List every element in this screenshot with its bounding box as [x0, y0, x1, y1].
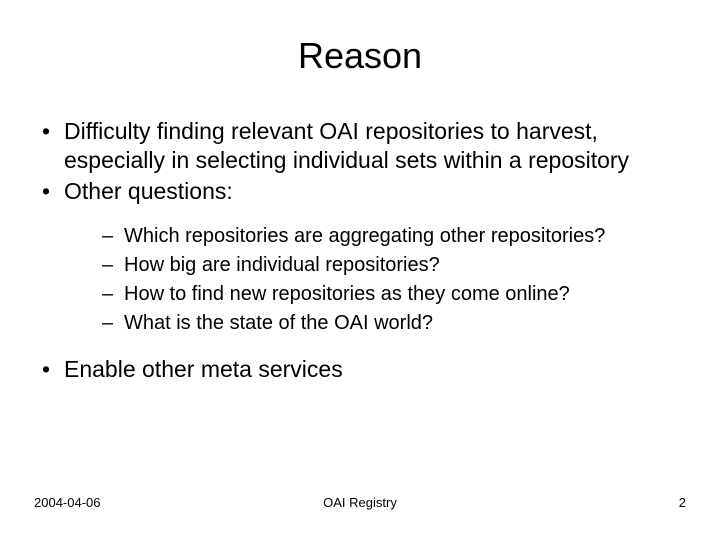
bullet-text: Other questions: — [64, 178, 233, 204]
sub-bullet-item: Which repositories are aggregating other… — [102, 223, 690, 250]
sub-bullet-item: How to find new repositories as they com… — [102, 281, 690, 308]
sub-bullet-list: Which repositories are aggregating other… — [64, 223, 690, 337]
bullet-item: Enable other meta services — [42, 355, 690, 384]
slide-footer: 2004-04-06 OAI Registry 2 — [30, 495, 690, 520]
bullet-list: Difficulty finding relevant OAI reposito… — [30, 117, 690, 384]
bullet-item: Difficulty finding relevant OAI reposito… — [42, 117, 690, 175]
sub-bullet-item: What is the state of the OAI world? — [102, 310, 690, 337]
footer-page-number: 2 — [469, 495, 686, 510]
slide: Reason Difficulty finding relevant OAI r… — [0, 0, 720, 540]
slide-content: Difficulty finding relevant OAI reposito… — [30, 117, 690, 495]
slide-title: Reason — [30, 35, 690, 77]
sub-bullet-item: How big are individual repositories? — [102, 252, 690, 279]
bullet-item: Other questions: Which repositories are … — [42, 177, 690, 338]
footer-title: OAI Registry — [251, 495, 468, 510]
footer-date: 2004-04-06 — [34, 495, 251, 510]
